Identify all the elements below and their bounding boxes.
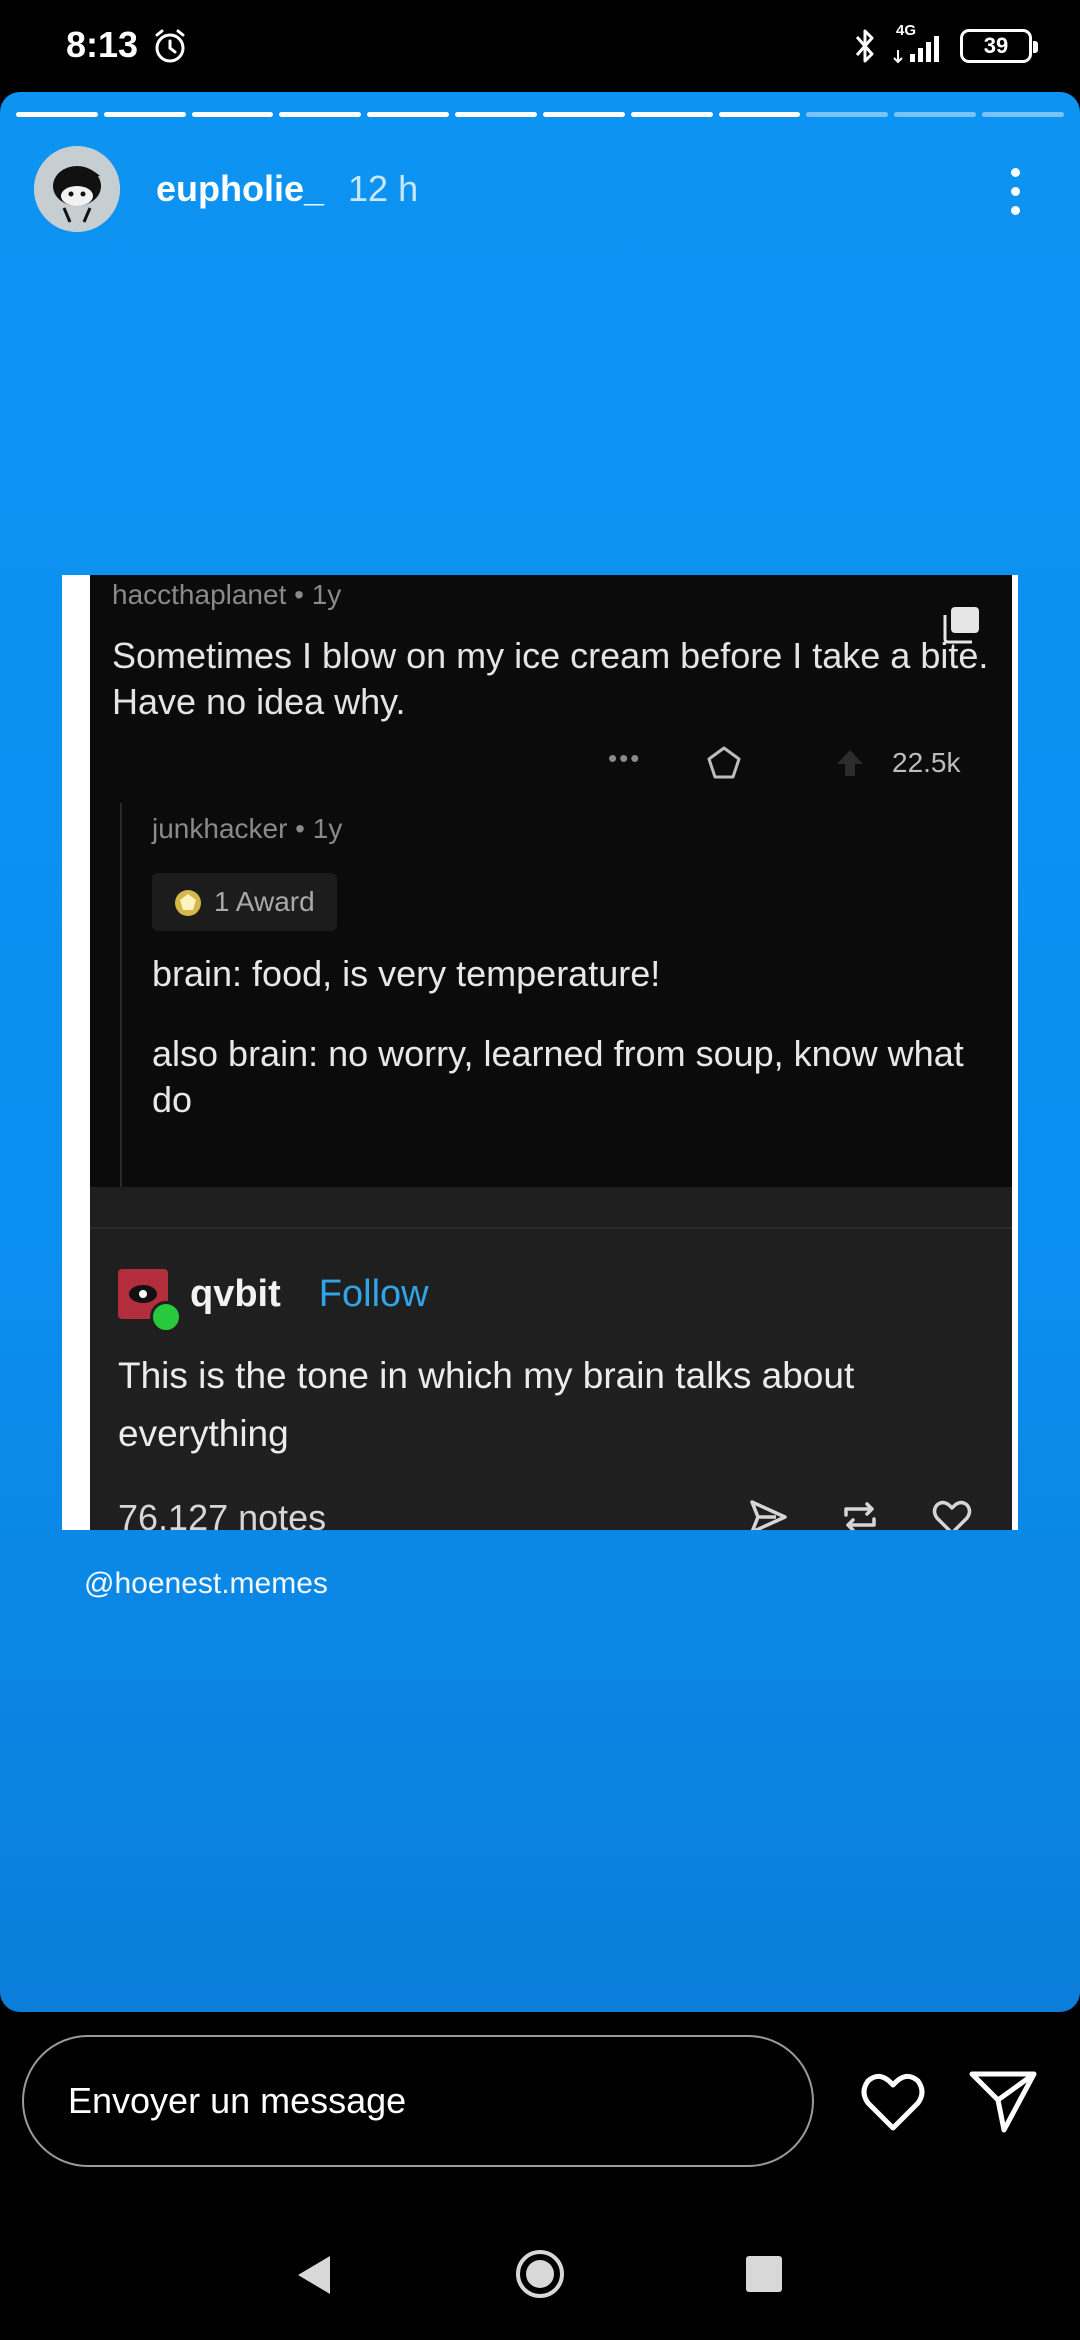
award-label: 1 Award bbox=[214, 886, 315, 917]
battery-level: 39 bbox=[983, 33, 1009, 58]
story-time: 12 h bbox=[348, 168, 419, 209]
op-meta: haccthaplanet • 1y bbox=[112, 579, 342, 610]
story-username[interactable]: eupholie_ bbox=[156, 168, 324, 210]
divider bbox=[90, 1227, 1012, 1229]
progress-segment bbox=[455, 112, 537, 117]
progress-segment bbox=[718, 112, 801, 117]
reblog-badge-icon bbox=[150, 1301, 182, 1333]
progress-segment bbox=[279, 112, 362, 117]
reply-meta: junkhacker • 1y bbox=[152, 813, 343, 844]
story-header: eupholie_ 12 h bbox=[34, 144, 418, 234]
medal-icon bbox=[175, 890, 201, 916]
tumblr-post: qvbit Follow This is the tone in which m… bbox=[90, 1187, 1012, 1530]
follow-link: Follow bbox=[318, 1272, 429, 1315]
status-bar: 8:13 4G 39 bbox=[0, 0, 1080, 92]
signal-icon bbox=[893, 36, 939, 64]
progress-segment bbox=[191, 112, 274, 117]
message-bar: Envoyer un message bbox=[0, 2012, 1080, 2212]
progress-segment bbox=[894, 112, 977, 117]
back-icon[interactable] bbox=[294, 2252, 334, 2298]
more-options-icon[interactable] bbox=[1000, 162, 1030, 222]
post-screenshot: haccthaplanet • 1y Sometimes I blow on m… bbox=[90, 575, 1012, 1530]
progress-segment bbox=[982, 112, 1064, 117]
story-card[interactable]: eupholie_ 12 h haccthaplanet • 1y Someti… bbox=[0, 92, 1080, 2012]
message-placeholder: Envoyer un message bbox=[68, 2080, 407, 2121]
reddit-thread: haccthaplanet • 1y Sometimes I blow on m… bbox=[90, 575, 1012, 1187]
heart-icon[interactable] bbox=[858, 2068, 928, 2134]
reply-line-2: also brain: no worry, learned from soup,… bbox=[152, 1033, 964, 1120]
progress-segment bbox=[630, 112, 713, 117]
tumblr-post-text: This is the tone in which my brain talks… bbox=[118, 1355, 855, 1454]
op-comment-text: Sometimes I blow on my ice cream before … bbox=[112, 635, 989, 722]
progress-segment bbox=[16, 112, 98, 117]
reply-comment: junkhacker • 1y 1 Award brain: food, is … bbox=[120, 803, 1012, 1187]
notes-count: 76,127 notes bbox=[118, 1497, 327, 1530]
share-icon bbox=[750, 1500, 787, 1530]
op-actions: ••• 22.5k bbox=[90, 743, 1012, 783]
bluetooth-icon bbox=[855, 29, 874, 63]
send-icon[interactable] bbox=[968, 2068, 1038, 2134]
credit-mention[interactable]: @hoenest.memes bbox=[84, 1567, 328, 1601]
tumblr-actions bbox=[746, 1495, 974, 1530]
more-dots: ••• bbox=[608, 743, 642, 773]
like-icon bbox=[932, 1500, 972, 1530]
reblog-icon bbox=[844, 1502, 876, 1530]
recent-apps-icon[interactable] bbox=[746, 2256, 782, 2292]
battery-icon: 39 bbox=[960, 29, 1038, 63]
home-icon[interactable] bbox=[514, 2248, 566, 2300]
signal-indicator: 4G bbox=[892, 22, 946, 66]
upvote-icon bbox=[837, 750, 863, 776]
avatar-image bbox=[34, 146, 120, 232]
navigation-bar bbox=[0, 2212, 1080, 2340]
progress-segment bbox=[103, 112, 186, 117]
award-icon bbox=[707, 746, 741, 779]
progress-segment bbox=[806, 112, 889, 117]
progress-segment bbox=[367, 112, 450, 117]
tumblr-username: qvbit bbox=[190, 1272, 281, 1315]
tumblr-avatar bbox=[118, 1269, 182, 1333]
alarm-icon bbox=[155, 29, 185, 63]
avatar[interactable] bbox=[34, 146, 120, 232]
status-time: 8:13 bbox=[66, 24, 139, 65]
status-icons: 4G 39 bbox=[852, 22, 1038, 68]
shared-post-image: haccthaplanet • 1y Sometimes I blow on m… bbox=[62, 575, 1018, 1530]
upvote-count: 22.5k bbox=[892, 747, 961, 778]
award-badge: 1 Award bbox=[152, 873, 337, 931]
story-progress bbox=[16, 112, 1064, 117]
tumblr-user-row: qvbit Follow bbox=[118, 1269, 429, 1333]
message-input[interactable]: Envoyer un message bbox=[22, 2035, 814, 2167]
progress-segment bbox=[542, 112, 625, 117]
reply-line-1: brain: food, is very temperature! bbox=[152, 953, 661, 994]
